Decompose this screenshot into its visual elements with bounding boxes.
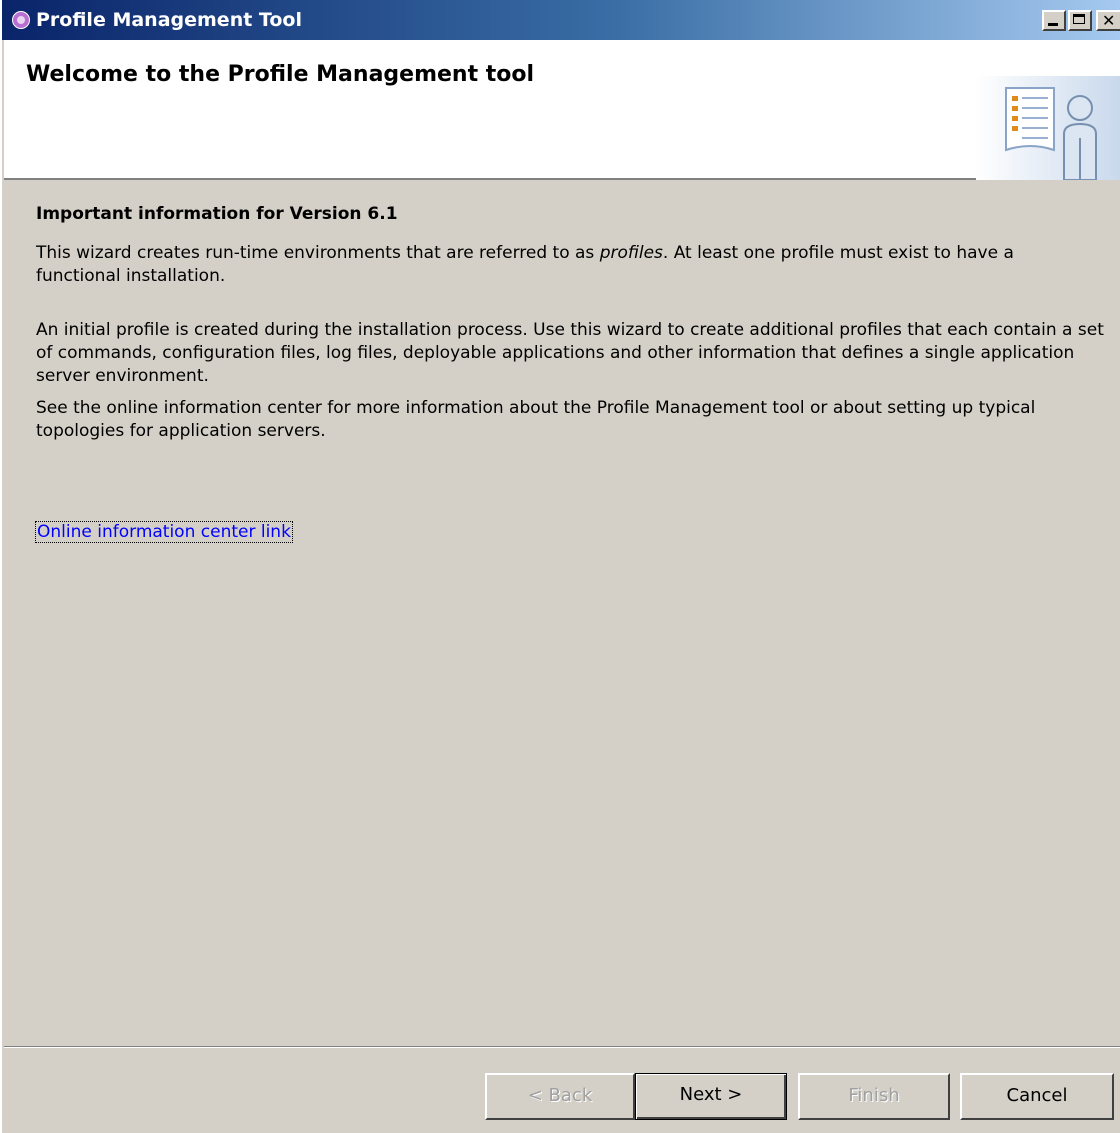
info-center-paragraph: See the online information center for mo… (36, 398, 1036, 441)
wizard-header: Welcome to the Profile Management tool (4, 40, 1120, 180)
back-button[interactable]: < Back (485, 1073, 635, 1120)
online-info-center-link[interactable]: Online information center link (35, 521, 293, 543)
close-button[interactable] (1096, 10, 1120, 31)
title-bar[interactable]: Profile Management Tool (2, 0, 1120, 40)
footer-separator (4, 1046, 1120, 1048)
wizard-window: Profile Management Tool Welcome to the P… (0, 0, 1120, 1133)
intro-paragraph: This wizard creates run-time environment… (36, 242, 1086, 288)
initial-profile-paragraph: An initial profile is created during the… (36, 320, 1104, 386)
next-button[interactable]: Next > (635, 1073, 787, 1120)
finish-button[interactable]: Finish (798, 1073, 950, 1120)
page-title: Welcome to the Profile Management tool (26, 62, 535, 87)
window-title: Profile Management Tool (36, 9, 302, 31)
app-icon (12, 11, 30, 29)
maximize-button[interactable] (1068, 10, 1092, 31)
section-heading: Important information for Version 6.1 (36, 204, 398, 224)
cancel-button[interactable]: Cancel (960, 1073, 1114, 1120)
profiles-term: profiles (599, 243, 663, 263)
checklist-person-icon (976, 76, 1120, 180)
minimize-button[interactable] (1042, 10, 1066, 31)
wizard-content: Important information for Version 6.1 Th… (36, 204, 1106, 441)
intro-text-start: This wizard creates run-time environment… (36, 243, 600, 263)
